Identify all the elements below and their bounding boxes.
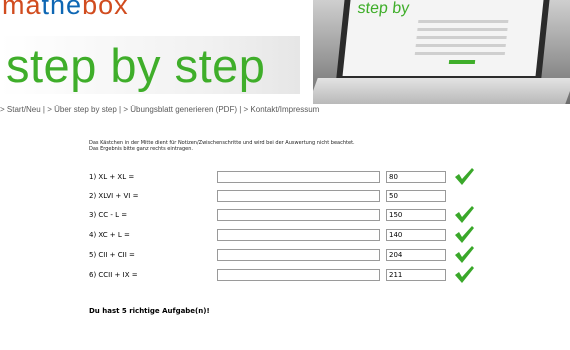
result-message: Du hast 5 richtige Aufgabe(n)! [89, 307, 210, 315]
checkmark-icon [455, 206, 474, 223]
checkmark-icon [455, 168, 474, 185]
task-row: 1) XL + XL = 80 [89, 168, 489, 189]
answer-input[interactable]: 150 [386, 209, 446, 221]
task-label: 4) XC + L = [89, 231, 130, 239]
notes-input[interactable] [217, 190, 380, 202]
task-label: 6) CCII + IX = [89, 271, 138, 279]
task-label: 3) CC - L = [89, 211, 128, 219]
answer-input[interactable]: 140 [386, 229, 446, 241]
notes-input[interactable] [217, 229, 380, 241]
notes-input[interactable] [217, 249, 380, 261]
notes-input[interactable] [217, 171, 380, 183]
answer-input[interactable]: 204 [386, 249, 446, 261]
answer-input[interactable]: 50 [386, 190, 446, 202]
logo-part-ma: ma [2, 0, 42, 20]
task-row: 4) XC + L = 140 [89, 226, 489, 247]
logo-part-the: the [41, 0, 83, 20]
task-row: 2) XLVI + VI = 50 [89, 189, 489, 208]
task-label: 1) XL + XL = [89, 173, 135, 181]
task-row: 5) CII + CII = 204 [89, 246, 489, 267]
checkmark-icon [455, 266, 474, 283]
task-label: 5) CII + CII = [89, 251, 135, 259]
checkmark-icon [455, 226, 474, 243]
answer-input[interactable]: 211 [386, 269, 446, 281]
task-label: 2) XLVI + VI = [89, 192, 139, 200]
notes-input[interactable] [217, 269, 380, 281]
nav-start-new[interactable]: > Start/Neu | [0, 105, 45, 114]
task-row: 6) CCII + IX = 211 [89, 266, 489, 287]
task-row: 3) CC - L = 150 [89, 206, 489, 227]
notes-input[interactable] [217, 209, 380, 221]
task-list: 1) XL + XL = 80 2) XLVI + VI = 50 3) CC - L … [89, 0, 509, 350]
answer-input[interactable]: 80 [386, 171, 446, 183]
checkmark-icon [455, 246, 474, 263]
